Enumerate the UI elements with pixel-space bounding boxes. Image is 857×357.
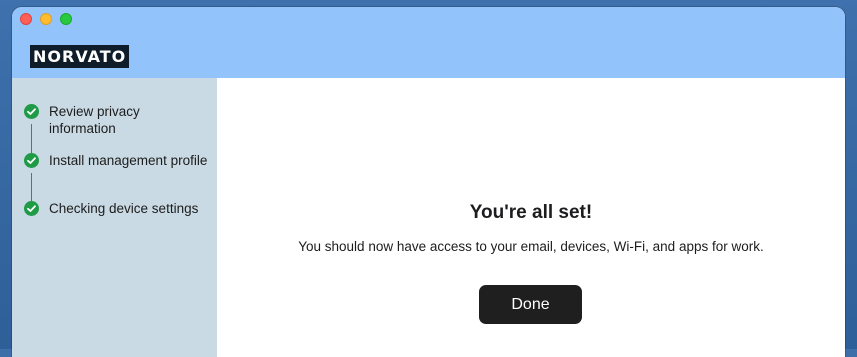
- step-label: Review privacy information: [49, 104, 140, 136]
- zoom-window-button[interactable]: [60, 13, 72, 25]
- check-circle-icon: [24, 201, 39, 216]
- step-label: Install management profile: [49, 153, 208, 168]
- step-label: Checking device settings: [49, 201, 199, 216]
- close-window-button[interactable]: [20, 13, 32, 25]
- completion-message: You should now have access to your email…: [298, 239, 764, 254]
- main-content: You're all set! You should now have acce…: [217, 78, 845, 357]
- title-bar: NORVATO: [12, 7, 845, 78]
- done-button[interactable]: Done: [479, 285, 582, 324]
- check-circle-icon: [24, 104, 39, 119]
- step-connector: [31, 173, 32, 203]
- desktop-background: NORVATO Review privacy information Insta…: [0, 0, 857, 357]
- app-window: NORVATO Review privacy information Insta…: [12, 7, 845, 357]
- check-circle-icon: [24, 153, 39, 168]
- completion-heading: You're all set!: [469, 202, 593, 223]
- minimize-window-button[interactable]: [40, 13, 52, 25]
- brand-logo: NORVATO: [30, 45, 130, 68]
- progress-sidebar: Review privacy information Install manag…: [12, 78, 217, 357]
- step-connector: [31, 124, 32, 154]
